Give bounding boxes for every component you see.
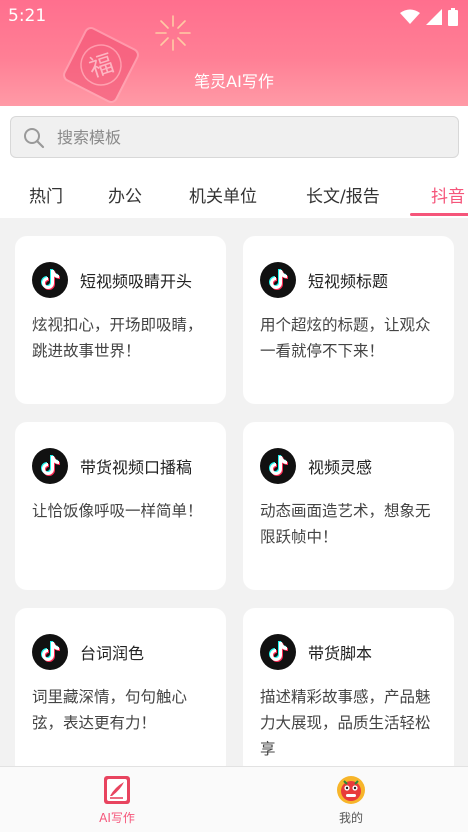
signal-icon: [426, 9, 442, 25]
card-title: 视频灵感: [308, 458, 373, 477]
nav-item-mine[interactable]: 我的: [301, 775, 401, 826]
tiktok-icon: [260, 634, 296, 670]
card-description: 用个超炫的标题，让观众一看就停不下来！: [260, 316, 431, 360]
search-input[interactable]: [57, 117, 447, 157]
fu-charm-decoration: 福: [63, 27, 139, 103]
search-box[interactable]: [10, 116, 459, 158]
status-icons: [400, 8, 458, 26]
nav-label-ai-writing: AI写作: [99, 811, 135, 825]
card-title: 短视频标题: [308, 272, 389, 291]
template-card[interactable]: 带货视频口播稿 让恰饭像呼吸一样简单！: [15, 422, 226, 590]
app-title: 笔灵AI写作: [194, 72, 274, 91]
template-card[interactable]: 带货脚本 描述精彩故事感，产品魅力大展现，品质生活轻松享: [243, 608, 454, 766]
template-card[interactable]: 短视频吸睛开头 炫视扣心，开场即吸睛，跳进故事世界！: [15, 236, 226, 404]
tab-government[interactable]: 机关单位: [189, 182, 257, 207]
card-title: 台词润色: [80, 644, 145, 663]
active-tab-indicator: [410, 213, 468, 216]
bottom-nav: AI写作 我的: [0, 766, 468, 832]
card-title: 短视频吸睛开头: [80, 272, 193, 291]
wifi-icon: [400, 9, 420, 24]
card-description: 炫视扣心，开场即吸睛，跳进故事世界！: [32, 316, 203, 360]
category-tabs: 热门 办公 机关单位 长文/报告 抖音: [0, 166, 468, 218]
search-icon: [24, 128, 45, 149]
nav-item-ai-writing[interactable]: AI写作: [67, 775, 167, 826]
tab-longform-report[interactable]: 长文/报告: [306, 182, 380, 207]
template-card[interactable]: 短视频标题 用个超炫的标题，让观众一看就停不下来！: [243, 236, 454, 404]
search-bar: [0, 106, 468, 166]
card-title: 带货视频口播稿: [80, 458, 193, 477]
card-description: 让恰饭像呼吸一样简单！: [32, 502, 203, 520]
lion-avatar-icon: [337, 776, 365, 804]
template-grid: 短视频吸睛开头 炫视扣心，开场即吸睛，跳进故事世界！ 短视频标题 用个超炫的标题…: [0, 218, 468, 766]
tab-hot[interactable]: 热门: [29, 182, 63, 207]
status-time: 5:21: [8, 6, 47, 26]
template-card[interactable]: 视频灵感 动态画面造艺术，想象无限跃帧中！: [243, 422, 454, 590]
nav-label-mine: 我的: [338, 811, 363, 825]
tiktok-icon: [32, 262, 68, 298]
card-title: 带货脚本: [308, 644, 373, 663]
battery-icon: [448, 8, 458, 26]
tiktok-icon: [32, 634, 68, 670]
pen-book-icon: [104, 776, 130, 804]
status-bar: 5:21: [0, 0, 468, 34]
header: 福 5:21 笔灵AI写作: [0, 0, 468, 106]
template-card[interactable]: 台词润色 词里藏深情，句句触心弦，表达更有力！: [15, 608, 226, 766]
tab-office[interactable]: 办公: [108, 182, 142, 207]
tab-douyin[interactable]: 抖音: [431, 182, 465, 207]
card-description: 词里藏深情，句句触心弦，表达更有力！: [32, 688, 188, 732]
tiktok-icon: [260, 262, 296, 298]
tiktok-icon: [260, 448, 296, 484]
card-description: 动态画面造艺术，想象无限跃帧中！: [260, 502, 431, 546]
tiktok-icon: [32, 448, 68, 484]
card-description: 描述精彩故事感，产品魅力大展现，品质生活轻松享: [260, 688, 431, 758]
